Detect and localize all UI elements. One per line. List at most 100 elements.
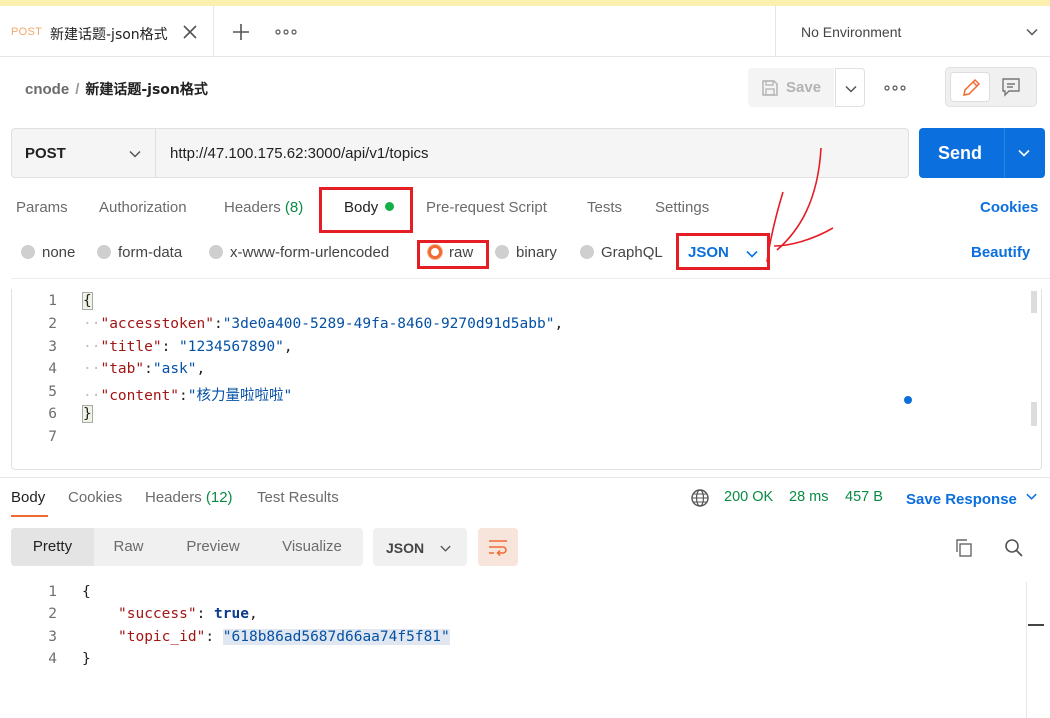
response-size[interactable]: 457 B	[845, 489, 883, 505]
code-line: }	[82, 405, 93, 423]
code-line: {	[82, 292, 93, 310]
response-scroll-marker	[1028, 624, 1044, 626]
comment-icon[interactable]	[1001, 77, 1021, 97]
code-line: ··"content":"核力量啦啦啦"	[83, 388, 293, 404]
json-key: "success"	[118, 606, 197, 622]
annotation-box-raw	[417, 240, 489, 269]
copy-icon[interactable]	[954, 538, 974, 558]
line-number: 3	[48, 339, 57, 355]
tab-headers-label: Headers	[224, 199, 281, 216]
postman-window: POST 新建话题-json格式 No Environment cnode / 新建…	[0, 0, 1050, 718]
beautify-link[interactable]: Beautify	[971, 244, 1030, 261]
scrollbar-thumb[interactable]	[1031, 402, 1037, 426]
radio-urlencoded-label: x-www-form-urlencoded	[230, 244, 390, 261]
tab-headers-count: (8)	[284, 199, 304, 216]
response-tab-test-results[interactable]: Test Results	[257, 489, 339, 506]
save-response-button[interactable]: Save Response	[906, 490, 1038, 508]
method-label: POST	[25, 145, 66, 162]
wrap-lines-button[interactable]	[478, 528, 518, 566]
radio-dot	[495, 245, 509, 259]
view-raw-button[interactable]: Raw	[107, 528, 150, 566]
send-label: Send	[938, 143, 983, 163]
chevron-down-icon	[845, 85, 857, 93]
radio-none[interactable]: none	[21, 244, 75, 261]
annotation-box-body	[319, 187, 413, 233]
view-preview-button[interactable]: Preview	[174, 528, 252, 566]
response-body-viewer[interactable]	[0, 578, 1050, 718]
pencil-icon	[963, 78, 981, 96]
breadcrumb-request-name[interactable]: 新建话题-json格式	[85, 82, 208, 98]
code-line: ··"accesstoken":"3de0a400-5289-49fa-8460…	[83, 316, 564, 332]
more-horizontal-icon[interactable]	[884, 82, 906, 94]
response-divider[interactable]	[0, 477, 1050, 478]
json-value: true	[214, 606, 249, 622]
tab-headers[interactable]: Headers (8)	[224, 199, 303, 216]
json-sep: :	[179, 388, 188, 404]
cookies-link[interactable]: Cookies	[980, 199, 1038, 216]
radio-graphql[interactable]: GraphQL	[580, 244, 663, 261]
code-line: "success": true,	[118, 606, 258, 622]
close-brace: }	[82, 405, 93, 423]
line-number: 2	[48, 316, 57, 332]
radio-binary[interactable]: binary	[495, 244, 557, 261]
tab-authorization[interactable]: Authorization	[99, 199, 187, 216]
save-options-button[interactable]	[835, 68, 865, 107]
radio-urlencoded[interactable]: x-www-form-urlencoded	[209, 244, 389, 261]
tab-settings[interactable]: Settings	[655, 199, 709, 216]
save-icon	[762, 80, 778, 96]
json-key: "content"	[100, 388, 180, 404]
plus-icon[interactable]	[229, 20, 253, 44]
json-key: "topic_id"	[118, 629, 206, 645]
request-tab-title: 新建话题-json格式	[50, 27, 168, 43]
environment-selector[interactable]: No Environment	[775, 6, 1050, 57]
close-icon[interactable]	[181, 23, 199, 41]
view-pretty-button[interactable]: Pretty	[11, 528, 94, 566]
search-icon[interactable]	[1004, 538, 1024, 558]
radio-dot	[97, 245, 111, 259]
scrollbar-thumb[interactable]	[1031, 291, 1037, 313]
radio-dot	[580, 245, 594, 259]
send-button[interactable]: Send	[919, 128, 1045, 178]
globe-icon[interactable]	[690, 488, 710, 508]
json-key: "tab"	[100, 361, 145, 377]
chevron-down-icon	[1026, 493, 1037, 500]
edit-mode-button[interactable]	[950, 72, 990, 102]
view-visualize-button[interactable]: Visualize	[273, 528, 351, 566]
chevron-down-icon[interactable]	[1017, 146, 1031, 160]
wrap-lines-icon	[489, 540, 507, 556]
json-sep: :	[144, 361, 153, 377]
response-tab-body[interactable]: Body	[11, 489, 45, 506]
json-value-selected: "618b86ad5687d66aa74f5f81"	[222, 629, 450, 645]
request-tab[interactable]: POST 新建话题-json格式	[0, 6, 214, 57]
more-horizontal-icon[interactable]	[275, 26, 297, 38]
line-number: 1	[48, 293, 57, 309]
annotation-box-json	[676, 233, 770, 270]
json-sep: :	[161, 339, 180, 355]
open-brace: {	[82, 292, 93, 310]
url-input[interactable]: http://47.100.175.62:3000/api/v1/topics	[170, 145, 429, 162]
tab-pre-request-script[interactable]: Pre-request Script	[426, 199, 547, 216]
radio-dot	[21, 245, 35, 259]
cursor-indicator-dot	[904, 396, 912, 404]
response-time[interactable]: 28 ms	[789, 489, 829, 505]
radio-graphql-label: GraphQL	[601, 244, 663, 261]
tab-params[interactable]: Params	[16, 199, 68, 216]
save-response-label: Save Response	[906, 491, 1017, 508]
tab-tests[interactable]: Tests	[587, 199, 622, 216]
method-selector[interactable]: POST	[12, 129, 156, 177]
response-tab-headers[interactable]: Headers (12)	[145, 489, 233, 506]
status-code[interactable]: 200 OK	[724, 489, 773, 505]
response-tab-headers-count: (12)	[205, 489, 233, 506]
radio-form-data[interactable]: form-data	[97, 244, 182, 261]
response-format-label: JSON	[386, 540, 425, 556]
line-number: 5	[48, 384, 57, 400]
response-format-selector[interactable]: JSON	[373, 528, 467, 566]
line-number: 7	[48, 429, 57, 445]
environment-label: No Environment	[801, 24, 902, 40]
line-number: 4	[48, 361, 57, 377]
editor-divider	[11, 278, 1050, 279]
save-button[interactable]: Save	[748, 68, 834, 107]
json-value: "核力量啦啦啦"	[187, 388, 293, 404]
breadcrumb-collection[interactable]: cnode	[25, 81, 69, 98]
response-tab-cookies[interactable]: Cookies	[68, 489, 122, 506]
